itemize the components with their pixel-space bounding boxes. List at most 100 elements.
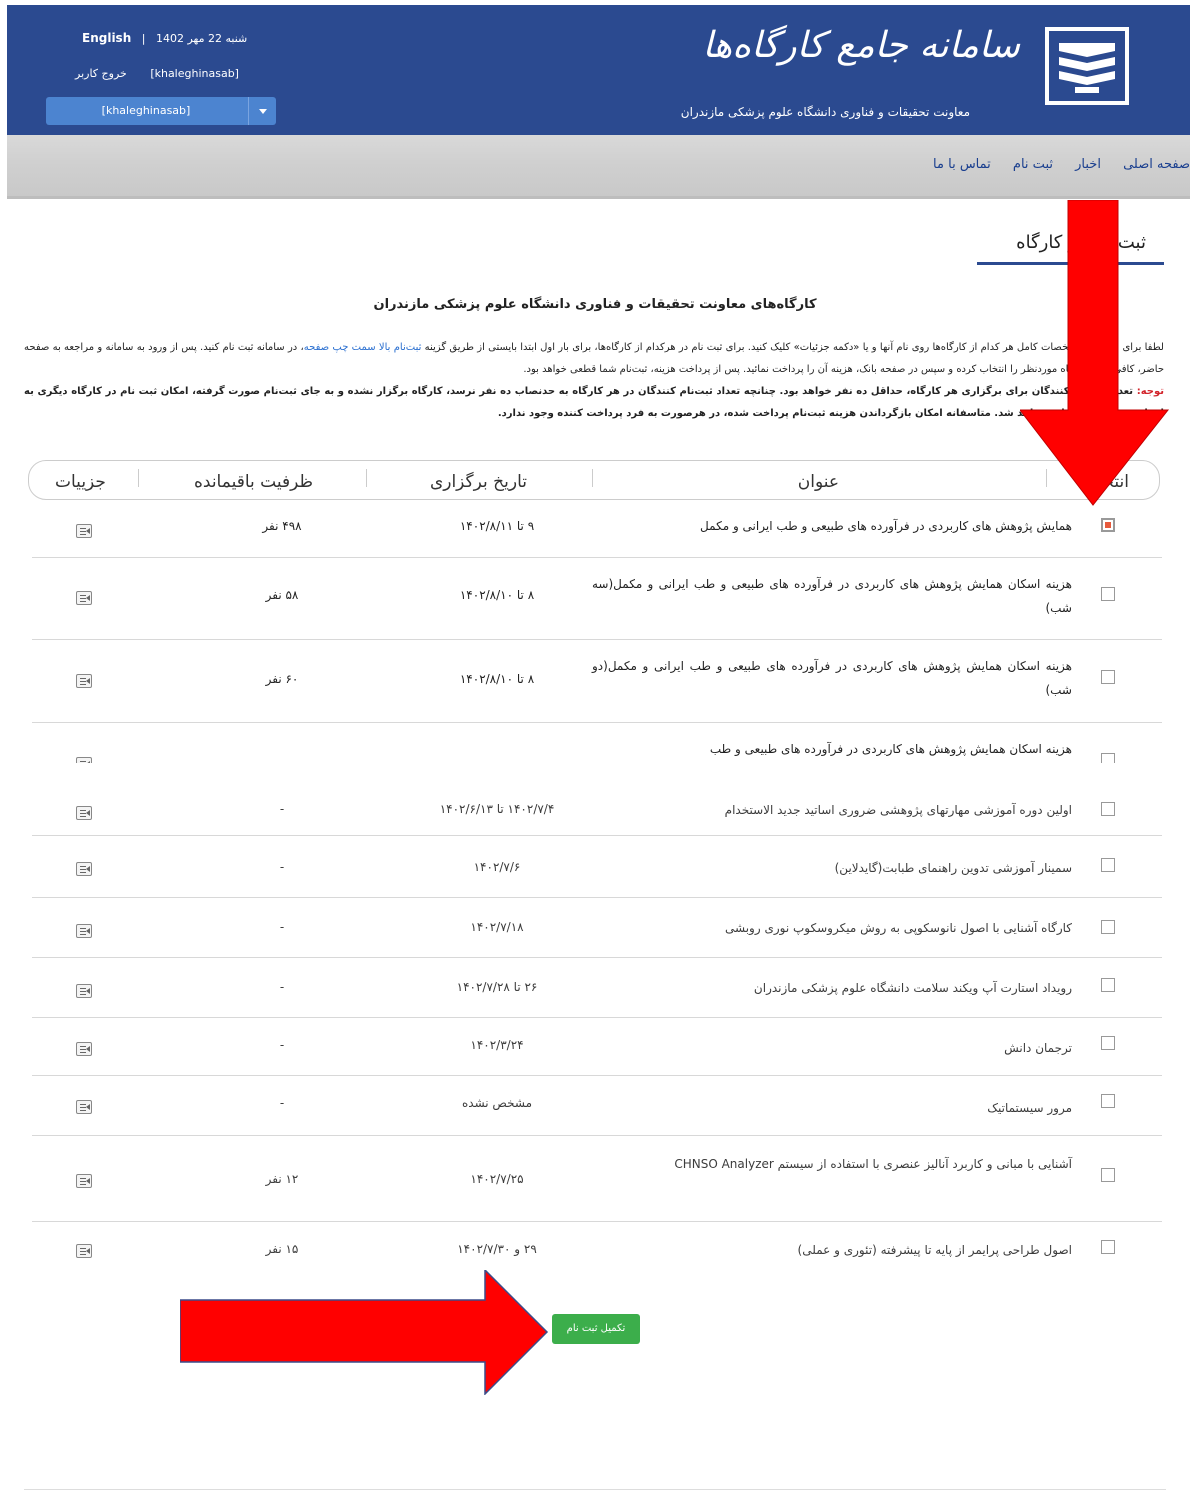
- row-title[interactable]: اصول طراحی پرایمر از پایه تا پیشرفته (تئ…: [592, 1238, 1072, 1262]
- row-capacity: -: [279, 980, 285, 994]
- col-capacity: ظرفیت باقیمانده: [194, 472, 313, 492]
- row-capacity: -: [279, 1096, 285, 1110]
- register-link[interactable]: ثبت‌نام بالا سمت چپ صفحه: [304, 342, 422, 353]
- language-link[interactable]: English: [82, 31, 131, 45]
- col-title: عنوان: [797, 472, 839, 492]
- details-icon[interactable]: [76, 524, 92, 538]
- row-capacity: -: [279, 920, 285, 934]
- row-checkbox[interactable]: [1101, 978, 1115, 992]
- row-capacity: ۵۸ نفر: [265, 588, 299, 602]
- user-select-value: [khaleghinasab]: [101, 104, 191, 117]
- col-details: جزییات: [55, 472, 106, 492]
- row-date: ۱۴۰۲/۳/۲۴: [470, 1038, 524, 1052]
- row-checkbox[interactable]: [1101, 587, 1115, 601]
- details-icon[interactable]: [76, 806, 92, 820]
- table-row: هزینه اسکان همایش پژوهش های کاربردی در ف…: [32, 558, 1162, 640]
- footer-divider: [24, 1489, 1166, 1490]
- row-checkbox[interactable]: [1101, 1036, 1115, 1050]
- username-label: [khaleghinasab]: [150, 67, 239, 80]
- row-capacity: -: [279, 802, 285, 816]
- details-icon[interactable]: [76, 757, 92, 763]
- row-title[interactable]: اولین دوره آموزشی مهارتهای پژوهشی ضروری …: [592, 798, 1072, 822]
- row-capacity: ۱۲ نفر: [265, 1172, 299, 1186]
- logout-link[interactable]: خروج کاربر: [75, 67, 127, 80]
- note-text: تعداد شرکت کنندگان برای برگزاری هر کارگا…: [24, 386, 1164, 419]
- row-title[interactable]: هزینه اسکان همایش پژوهش های کاربردی در ف…: [592, 654, 1072, 702]
- details-icon[interactable]: [76, 1042, 92, 1056]
- row-checkbox[interactable]: [1101, 858, 1115, 872]
- table-row: مرور سیستماتیک مشخص نشده -: [32, 1076, 1162, 1136]
- table-row: همایش پژوهش های کاربردی در فرآورده های ط…: [32, 502, 1162, 558]
- row-capacity: -: [279, 1038, 285, 1052]
- intro-text: لطفا برای مشاهده مشخصات کامل هر کدام از …: [24, 337, 1164, 425]
- row-date: ۱۴۰۲/۷/۶: [473, 860, 521, 874]
- row-title[interactable]: کارگاه آشنایی با اصول نانوسکوپی به روش م…: [592, 916, 1072, 940]
- separator: |: [141, 32, 146, 45]
- table-row: رویداد استارت آپ ویکند سلامت دانشگاه علو…: [32, 958, 1162, 1018]
- row-date: مشخص نشده: [461, 1096, 533, 1110]
- nav-contact[interactable]: تماس با ما: [933, 157, 991, 172]
- table-row: اولین دوره آموزشی مهارتهای پژوهشی ضروری …: [32, 790, 1162, 836]
- row-title[interactable]: ترجمان دانش: [592, 1036, 1072, 1060]
- row-capacity: -: [279, 860, 285, 874]
- table-row: ترجمان دانش ۱۴۰۲/۳/۲۴ -: [32, 1018, 1162, 1076]
- row-title[interactable]: رویداد استارت آپ ویکند سلامت دانشگاه علو…: [592, 976, 1072, 1000]
- row-title[interactable]: هزینه اسکان همایش پژوهش های کاربردی در ف…: [592, 572, 1072, 620]
- row-date: ۱۴۰۲/۷/۴ تا ۱۴۰۲/۶/۱۳: [439, 802, 555, 816]
- details-icon[interactable]: [76, 591, 92, 605]
- row-checkbox[interactable]: [1101, 753, 1115, 763]
- details-icon[interactable]: [76, 1100, 92, 1114]
- user-select[interactable]: [khaleghinasab]: [46, 97, 276, 125]
- row-checkbox[interactable]: [1101, 802, 1115, 816]
- row-capacity: ۴۹۸ نفر: [262, 519, 302, 533]
- details-icon[interactable]: [76, 924, 92, 938]
- row-title[interactable]: همایش پژوهش های کاربردی در فرآورده های ط…: [592, 514, 1072, 538]
- row-date: ۱۴۰۲/۷/۲۵: [470, 1172, 524, 1186]
- details-icon[interactable]: [76, 862, 92, 876]
- table-row: کارگاه آشنایی با اصول نانوسکوپی به روش م…: [32, 898, 1162, 958]
- row-checkbox[interactable]: [1101, 1168, 1115, 1182]
- nav-home[interactable]: صفحه اصلی: [1123, 157, 1190, 172]
- row-title[interactable]: هزینه اسکان همایش پژوهش های کاربردی در ف…: [592, 737, 1072, 761]
- table-row: آشنایی با مبانی و کاربرد آنالیز عنصری با…: [32, 1136, 1162, 1222]
- table-header: انتخاب عنوان تاریخ برگزاری ظرفیت باقیمان…: [28, 460, 1160, 500]
- row-checkbox[interactable]: [1101, 1240, 1115, 1254]
- table-row: هزینه اسکان همایش پژوهش های کاربردی در ف…: [32, 640, 1162, 723]
- right-arrow-icon: [180, 1270, 549, 1395]
- down-arrow-icon: [1020, 200, 1170, 506]
- details-icon[interactable]: [76, 1244, 92, 1258]
- nav-register[interactable]: ثبت نام: [1013, 157, 1053, 172]
- col-date: تاریخ برگزاری: [429, 472, 527, 492]
- header-bar: English | شنبه 22 مهر 1402 خروج کاربر [k…: [7, 5, 1190, 135]
- row-date: ۲۹ و ۱۴۰۲/۷/۳۰: [457, 1242, 537, 1256]
- university-logo-icon: [1045, 27, 1129, 105]
- row-checkbox[interactable]: [1101, 670, 1115, 684]
- site-title: سامانه جامع کارگاه‌ها: [702, 25, 1020, 66]
- row-checkbox[interactable]: [1101, 518, 1115, 532]
- row-checkbox[interactable]: [1101, 1094, 1115, 1108]
- main-nav: صفحه اصلی اخبار ثبت نام تماس با ما: [7, 135, 1190, 199]
- row-date: ۲۶ تا ۱۴۰۲/۷/۲۸: [456, 980, 538, 994]
- top-info: English | شنبه 22 مهر 1402: [82, 31, 247, 45]
- site-subtitle: معاونت تحقیقات و فناوری دانشگاه علوم پزش…: [680, 105, 970, 119]
- row-capacity: ۶۰ نفر: [265, 672, 299, 686]
- row-capacity: ۱۵ نفر: [265, 1242, 299, 1256]
- details-icon[interactable]: [76, 1174, 92, 1188]
- chevron-down-icon[interactable]: [248, 97, 276, 125]
- table-row: هزینه اسکان همایش پژوهش های کاربردی در ف…: [32, 723, 1162, 763]
- row-date: ۱۴۰۲/۷/۱۸: [470, 920, 524, 934]
- row-date: ۸ تا ۱۴۰۲/۸/۱۰: [459, 672, 535, 686]
- row-title[interactable]: سمینار آموزشی تدوین راهنمای طبابت(گایدلا…: [592, 856, 1072, 880]
- complete-registration-button[interactable]: تکمیل ثبت نام: [552, 1314, 640, 1344]
- row-checkbox[interactable]: [1101, 920, 1115, 934]
- page: English | شنبه 22 مهر 1402 خروج کاربر [k…: [0, 0, 1190, 1494]
- details-icon[interactable]: [76, 674, 92, 688]
- row-date: ۸ تا ۱۴۰۲/۸/۱۰: [459, 588, 535, 602]
- row-date: ۹ تا ۱۴۰۲/۸/۱۱: [459, 519, 535, 533]
- nav-news[interactable]: اخبار: [1075, 157, 1101, 172]
- table-row: سمینار آموزشی تدوین راهنمای طبابت(گایدلا…: [32, 836, 1162, 898]
- row-title[interactable]: آشنایی با مبانی و کاربرد آنالیز عنصری با…: [592, 1152, 1072, 1176]
- row-title[interactable]: مرور سیستماتیک: [592, 1096, 1072, 1120]
- user-line: خروج کاربر [khaleghinasab]: [75, 67, 259, 80]
- details-icon[interactable]: [76, 984, 92, 998]
